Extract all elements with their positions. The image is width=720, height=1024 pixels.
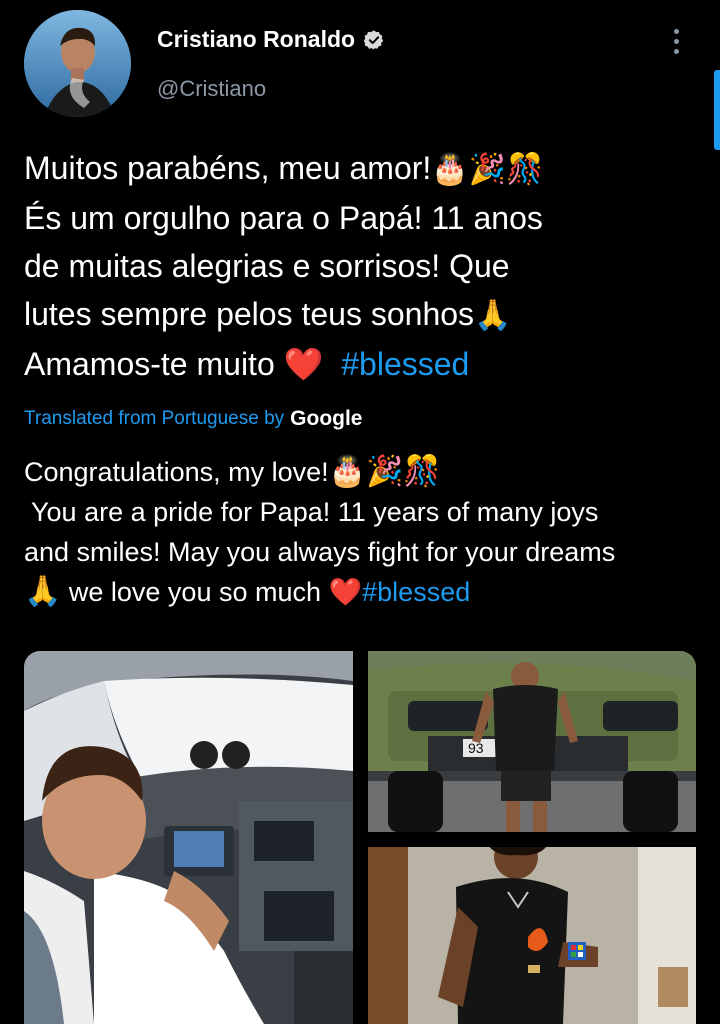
party-emoji-icon: 🎂🎉🎊 — [431, 153, 544, 186]
translation-attribution[interactable]: Translated from Portuguese by Google — [24, 407, 363, 431]
hashtag-link[interactable]: #blessed — [341, 346, 469, 382]
more-options-icon[interactable] — [662, 24, 690, 58]
name-row: Cristiano Ronaldo — [157, 26, 385, 53]
tweet-line-2: És um orgulho para o Papá! 11 anos — [24, 200, 543, 236]
heart-icon: ❤️ — [283, 346, 324, 382]
praying-hands-icon: 🙏 — [24, 575, 62, 608]
praying-hands-icon: 🙏 — [474, 299, 512, 332]
photo-rubiks-cube[interactable] — [368, 847, 696, 1024]
tweet-line-4: lutes sempre pelos teus sonhos🙏 — [24, 296, 512, 332]
verified-badge-icon — [363, 29, 384, 50]
translation-line-3: and smiles! May you always fight for you… — [24, 537, 616, 567]
translation-line-4: 🙏 we love you so much ❤️#blessed — [24, 575, 471, 608]
party-emoji-icon: 🎂🎉🎊 — [328, 455, 441, 488]
photo-truck[interactable]: 93 — [368, 651, 696, 832]
heart-icon: ❤️ — [328, 577, 363, 607]
tweet-line-1: Muitos parabéns, meu amor!🎂🎉🎊 — [24, 150, 544, 186]
translation-line-2: You are a pride for Papa! 11 years of ma… — [24, 497, 599, 527]
plate-text: 93 — [468, 740, 484, 756]
scroll-indicator[interactable] — [714, 70, 720, 150]
avatar[interactable] — [24, 10, 131, 117]
translated-label: Translated from Portuguese by — [24, 408, 285, 429]
user-handle[interactable]: @Cristiano — [157, 76, 266, 102]
tweet-text: Muitos parabéns, meu amor!🎂🎉🎊 És um orgu… — [24, 144, 694, 388]
display-name[interactable]: Cristiano Ronaldo — [157, 26, 355, 53]
photo-cockpit[interactable] — [24, 651, 353, 1024]
media-grid: 93 — [24, 651, 696, 1024]
google-logo-icon: Google — [290, 407, 363, 430]
tweet-header: Cristiano Ronaldo @Cristiano — [24, 10, 704, 120]
translated-text: Congratulations, my love!🎂🎉🎊 You are a p… — [24, 452, 704, 612]
translation-line-1: Congratulations, my love!🎂🎉🎊 — [24, 455, 441, 488]
tweet-line-3: de muitas alegrias e sorrisos! Que — [24, 248, 510, 284]
tweet-line-5: Amamos-te muito ❤️ #blessed — [24, 346, 470, 382]
hashtag-link[interactable]: #blessed — [362, 577, 470, 607]
